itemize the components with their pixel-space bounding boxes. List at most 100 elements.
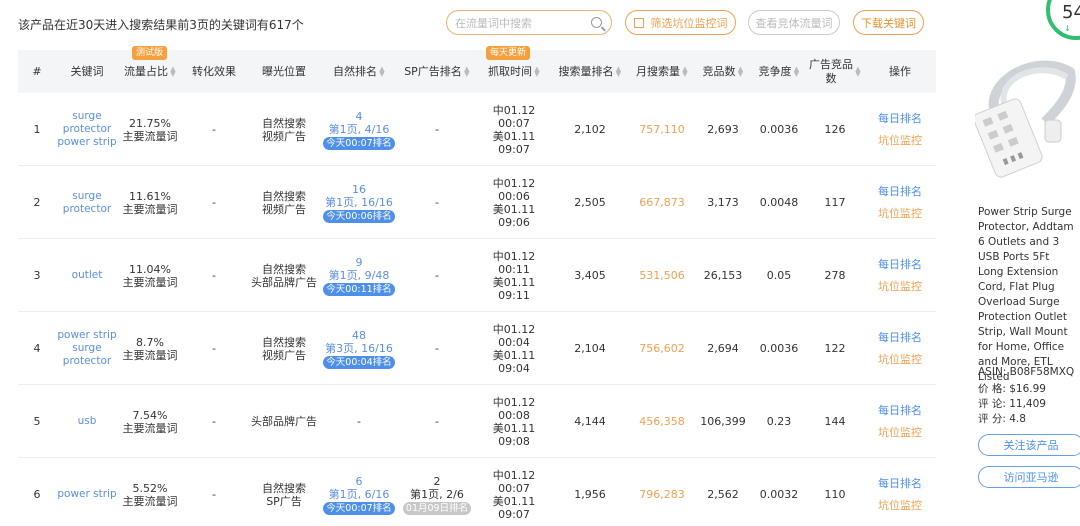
keyword-link[interactable]: surge [72,190,101,203]
competition-value: 0.0036 [759,342,799,355]
search-rank-cell: 2,505 [550,166,630,239]
slot-monitor-link[interactable]: 坑位监控 [878,499,922,512]
competitors-cell: 2,694 [694,312,752,385]
search-rank-cell: 4,144 [550,385,630,458]
crawl-time-cell: 中01.12 00:04 美01.11 09:04 [478,312,550,385]
search-rank-cell: 2,104 [550,312,630,385]
keyword-link[interactable]: protector [63,355,111,368]
keyword-link[interactable]: power strip [57,136,116,149]
rank-page[interactable]: 第1页, 9/48 [329,269,390,282]
daily-rank-link[interactable]: 每日排名 [878,258,922,271]
keyword-link[interactable]: power strip [57,329,116,342]
share-label: 主要流量词 [122,421,178,435]
checkbox-icon[interactable] [633,17,644,28]
slot-monitor-link[interactable]: 坑位监控 [878,207,922,220]
conversion-cell: - [182,458,246,526]
index-value: 6 [33,488,41,501]
keyword-search-input[interactable]: 在流量词中搜索 [446,10,612,35]
col-sp-rank[interactable]: SP广告排名 ▲ ▼ [396,50,478,93]
col-competition[interactable]: 竞争度 ▲ ▼ [752,50,806,93]
slot-monitor-link[interactable]: 坑位监控 [878,134,922,147]
rank-page[interactable]: 第1页, 16/16 [325,196,393,209]
natural-rank-cell[interactable]: 16 第1页, 16/16 今天00:06排名 [322,166,396,239]
search-icon[interactable] [591,17,602,28]
slot-monitor-link[interactable]: 坑位监控 [878,426,922,439]
exposure-cell: 自然搜索 视频广告 [246,93,322,166]
keyword-link[interactable]: outlet [72,269,103,282]
crawl-time-us: 美01.11 09:06 [492,202,536,229]
sp-rank-cell: - [396,166,478,239]
conversion-cell: - [182,385,246,458]
keyword-link[interactable]: usb [78,415,97,428]
keyword-link[interactable]: surge [72,342,101,355]
keyword-summary: 该产品在近30天进入搜索结果前3页的关键词有617个 [18,18,304,32]
keyword-link[interactable]: surge [72,110,101,123]
natural-rank-cell[interactable]: - [322,385,396,458]
keyword-cell[interactable]: outlet [56,239,118,312]
exposure-cell: 自然搜索 视频广告 [246,166,322,239]
sp-number: - [435,123,439,136]
natural-rank-cell[interactable]: 48 第3页, 16/16 今天00:04排名 [322,312,396,385]
keyword-link[interactable]: protector [63,203,111,216]
daily-rank-link[interactable]: 每日排名 [878,404,922,417]
view-competitor-keywords-button[interactable]: 查看竞体流量词 [748,10,840,35]
daily-rank-link[interactable]: 每日排名 [878,112,922,125]
monthly-search-value: 756,602 [639,342,685,355]
sp-page: 第1页, 2/6 [410,487,464,501]
index-value: 5 [33,415,41,428]
exposure-cell: 自然搜索 视频广告 [246,312,322,385]
rank-number[interactable]: 16 [352,183,366,196]
rank-page[interactable]: 第1页, 6/16 [329,488,390,501]
keyword-cell[interactable]: usb [56,385,118,458]
ad-competitor-count: 278 [824,269,846,282]
crawl-time-cn: 中01.12 00:07 [492,468,536,495]
index-value: 3 [33,269,41,282]
share-label: 主要流量词 [122,275,178,289]
row-index: 2 [18,166,56,239]
natural-rank-cell[interactable]: 9 第1页, 9/48 今天00:11排名 [322,239,396,312]
keyword-cell[interactable]: surge protector [56,166,118,239]
follow-product-button[interactable]: 关注该产品 [978,434,1080,456]
col-competitors[interactable]: 竞品数 ▲ ▼ [694,50,752,93]
daily-rank-link[interactable]: 每日排名 [878,477,922,490]
rank-number[interactable]: 4 [356,110,363,123]
col-ad-competitors[interactable]: 广告竞品数 ▲ ▼ [806,50,864,93]
index-value: 2 [33,196,41,209]
exposure-type: 视频广告 [262,348,306,362]
daily-update-badge: 每天更新 [486,46,531,60]
ad-competitors-cell: 110 [806,458,864,526]
rank-page[interactable]: 第1页, 4/16 [329,123,390,136]
keyword-cell[interactable]: surge protector power strip [56,93,118,166]
col-search-rank[interactable]: 搜索量排名 ▲ ▼ [550,50,630,93]
ad-competitor-count: 122 [824,342,846,355]
table-row: 1 surge protector power strip 21.75% 主要流量词 - 自然… [18,93,936,166]
keyword-link[interactable]: power strip [57,488,116,501]
rank-number[interactable]: 48 [352,329,366,342]
exposure-type: 自然搜索 [262,189,306,203]
rank-number[interactable]: 6 [356,475,363,488]
filter-monitor-keywords-button[interactable]: 筛选坑位监控词 [625,10,736,35]
exposure-type: 视频广告 [262,202,306,216]
col-monthly-search[interactable]: 月搜索量 ▲ ▼ [630,50,694,93]
ad-competitors-cell: 126 [806,93,864,166]
keyword-link[interactable]: protector [63,123,111,136]
rank-time-tag: 今天00:06排名 [323,209,395,223]
col-natural-rank[interactable]: 自然排名 ▲ ▼ [322,50,396,93]
col-actions: 操作 [889,64,911,78]
rank-page[interactable]: 第3页, 16/16 [325,342,393,355]
keyword-cell[interactable]: power strip [56,458,118,526]
col-index: # [32,64,42,78]
rank-number[interactable]: - [357,415,361,428]
daily-rank-link[interactable]: 每日排名 [878,331,922,344]
natural-rank-cell[interactable]: 4 第1页, 4/16 今天00:07排名 [322,93,396,166]
slot-monitor-link[interactable]: 坑位监控 [878,353,922,366]
visit-amazon-button[interactable]: 访问亚马逊 [978,466,1080,488]
rank-number[interactable]: 9 [356,256,363,269]
natural-rank-cell[interactable]: 6 第1页, 6/16 今天00:07排名 [322,458,396,526]
sp-number: - [435,342,439,355]
competition-cell: 0.0036 [752,312,806,385]
download-keywords-button[interactable]: 下载关键词 [853,10,924,35]
daily-rank-link[interactable]: 每日排名 [878,185,922,198]
slot-monitor-link[interactable]: 坑位监控 [878,280,922,293]
keyword-cell[interactable]: power strip surge protector [56,312,118,385]
